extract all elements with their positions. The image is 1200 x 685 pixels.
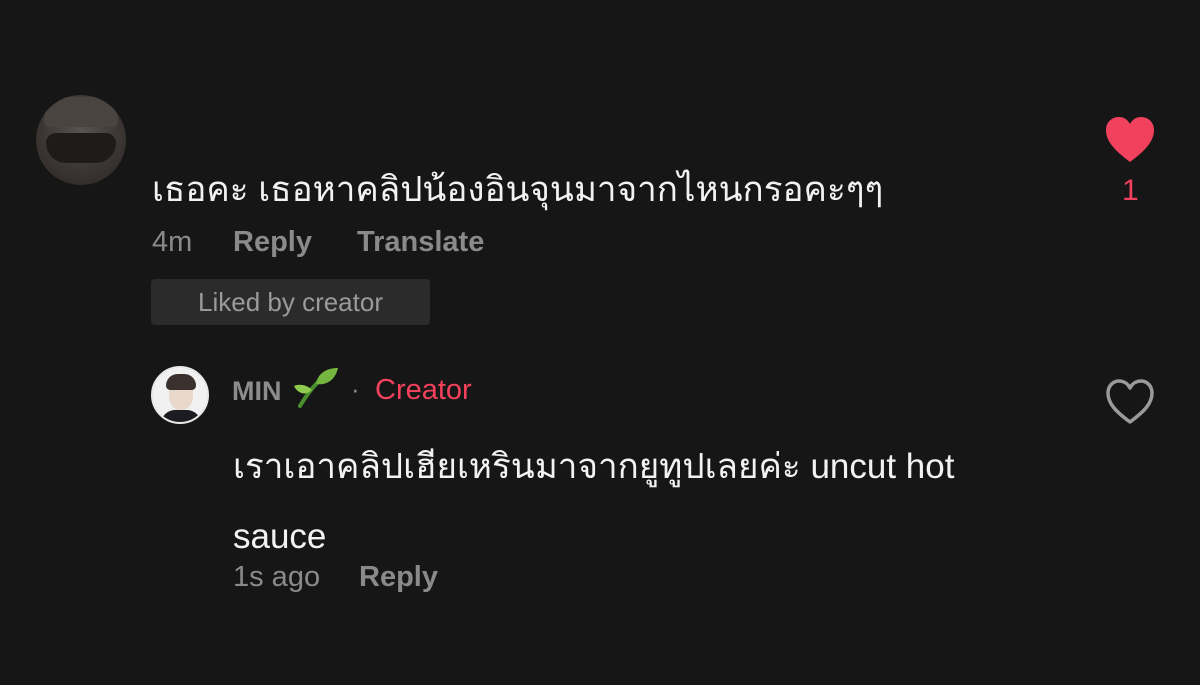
like-count: 1 xyxy=(1122,174,1139,207)
heart-filled-icon[interactable] xyxy=(1104,116,1156,164)
commenter-avatar[interactable] xyxy=(36,95,126,185)
seedling-icon xyxy=(294,368,338,408)
avatar-suit xyxy=(161,410,201,422)
avatar-hair xyxy=(166,374,196,390)
separator-dot: · xyxy=(351,374,360,404)
comment-translate-button[interactable]: Translate xyxy=(357,226,484,259)
comment-thread: เธอคะ เธอหาคลิปน้องอินจุนมาจากไหนกรอคะๆๆ… xyxy=(0,0,1200,685)
reply-reply-button[interactable]: Reply xyxy=(359,561,438,594)
reply-username[interactable]: MIN xyxy=(232,376,282,407)
comment-text: เธอคะ เธอหาคลิปน้องอินจุนมาจากไหนกรอคะๆๆ xyxy=(152,170,884,209)
reply-text: เราเอาคลิปเฮียเหรินมาจากยูทูปเลยค่ะ uncu… xyxy=(233,447,955,556)
heart-outline-icon[interactable] xyxy=(1104,378,1156,426)
liked-by-creator-badge: Liked by creator xyxy=(151,279,430,325)
creator-avatar[interactable] xyxy=(151,366,209,424)
avatar-hair xyxy=(44,97,118,127)
creator-label: Creator xyxy=(375,374,472,406)
avatar-mask xyxy=(46,133,116,163)
comment-timestamp: 4m xyxy=(152,226,193,258)
reply-timestamp: 1s ago xyxy=(233,561,321,593)
comment-reply-button[interactable]: Reply xyxy=(233,226,312,259)
